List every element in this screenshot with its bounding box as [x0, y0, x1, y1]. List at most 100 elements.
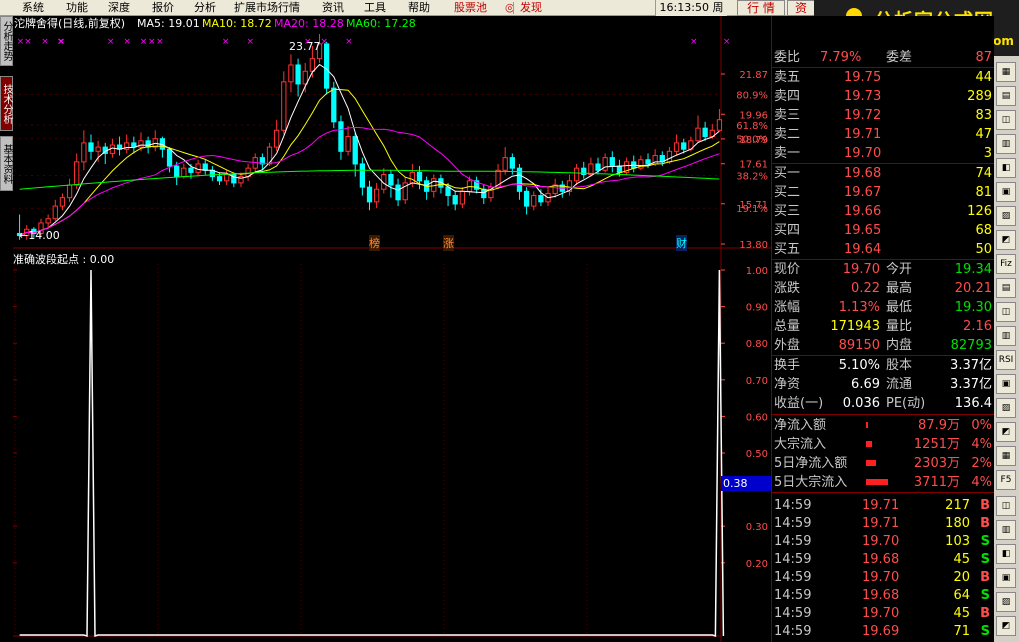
tab-technical-analysis[interactable]: 技术分析 — [0, 76, 13, 131]
kline-chart[interactable]: 21.8719.9618.7917.6115.7113.8080.9%61.8%… — [13, 16, 772, 642]
marker-finance[interactable]: 财 — [676, 235, 687, 251]
candle-body[interactable] — [74, 161, 80, 186]
chart-area[interactable]: 21.87 19.96 18.79 17.61 15.71 13.80 80.9% 61.8%… — [13, 16, 772, 642]
toolbar-icon-button[interactable]: ◧ — [996, 158, 1016, 178]
toolbar-icon-button[interactable]: ◩ — [996, 616, 1016, 636]
candle-body[interactable] — [138, 140, 144, 148]
toolbar-icon-button[interactable]: ▤ — [996, 86, 1016, 106]
toolbar-icon-button[interactable]: ▥ — [996, 520, 1016, 540]
candle-body[interactable] — [59, 197, 66, 207]
toolbar-icon-button[interactable]: F5 — [996, 470, 1016, 490]
candle-body[interactable] — [373, 188, 380, 203]
candle-body[interactable] — [595, 163, 601, 171]
candle-body[interactable] — [81, 142, 87, 163]
candle-body[interactable] — [359, 163, 366, 188]
toolbar-icon-button[interactable]: ▥ — [996, 134, 1016, 154]
candle-body[interactable] — [538, 195, 544, 203]
toolbar-icon-button[interactable]: ▨ — [996, 592, 1016, 612]
tab-trend-analysis[interactable]: 分析走势 — [0, 16, 13, 66]
candle-body[interactable] — [609, 157, 615, 167]
toolbar-icon-button[interactable]: ◫ — [996, 110, 1016, 130]
toolbar-icon-button[interactable]: ◩ — [996, 230, 1016, 250]
candle-body[interactable] — [166, 148, 173, 167]
candle-body[interactable] — [523, 190, 530, 207]
toolbar-icon-button[interactable]: ◩ — [996, 422, 1016, 442]
candle-body[interactable] — [352, 136, 358, 165]
toolbar-icon-button[interactable]: ▥ — [996, 326, 1016, 346]
candle-body[interactable] — [224, 173, 230, 182]
candle-body[interactable] — [366, 186, 373, 203]
marker-list[interactable]: 榜 — [369, 235, 380, 251]
candle-body[interactable] — [681, 142, 687, 150]
tab-fundamentals[interactable]: 基本资料 — [0, 136, 13, 191]
candle-body[interactable] — [195, 163, 201, 173]
candle-body[interactable] — [673, 142, 680, 152]
toolbar-icon-button[interactable]: RSI — [996, 350, 1016, 370]
candle-body[interactable] — [324, 43, 330, 89]
nav-quote-button[interactable]: 行 情 — [737, 0, 785, 16]
candle-body[interactable] — [716, 119, 723, 131]
menu-quote[interactable]: 报价 — [152, 0, 174, 15]
menu-system[interactable]: 系统 — [22, 0, 44, 15]
candle-body[interactable] — [52, 205, 58, 220]
menu-stock-pool[interactable]: 股票池 — [454, 0, 487, 15]
candle-body[interactable] — [645, 159, 651, 165]
toolbar-icon-button[interactable]: ▣ — [996, 374, 1016, 394]
candle-body[interactable] — [416, 171, 423, 182]
menu-news[interactable]: 资讯 — [322, 0, 344, 15]
toolbar-icon-button[interactable]: ▦ — [996, 62, 1016, 82]
menu-help[interactable]: 帮助 — [408, 0, 430, 15]
candle-body[interactable] — [216, 176, 223, 182]
candle-body[interactable] — [309, 58, 316, 72]
marker-limit-up[interactable]: 涨 — [443, 235, 454, 251]
nav-info-button[interactable]: 资 — [787, 0, 815, 16]
candle-body[interactable] — [459, 190, 465, 205]
candle-body[interactable] — [174, 165, 180, 178]
toolbar-icon-button[interactable]: ◫ — [996, 302, 1016, 322]
candle-body[interactable] — [452, 195, 458, 205]
candle-body[interactable] — [202, 163, 208, 171]
candle-body[interactable] — [288, 64, 294, 83]
menu-function[interactable]: 功能 — [66, 0, 88, 15]
candle-body[interactable] — [181, 167, 187, 178]
candle-body[interactable] — [502, 157, 508, 171]
candle-body[interactable] — [616, 165, 623, 173]
candle-body[interactable] — [345, 136, 351, 152]
candle-body[interactable] — [666, 150, 673, 163]
candle-body[interactable] — [695, 127, 701, 142]
toolbar-icon-button[interactable]: ◫ — [996, 496, 1016, 516]
candle-body[interactable] — [702, 127, 708, 138]
candle-body[interactable] — [445, 186, 451, 197]
toolbar-icon-button[interactable]: Fiz — [996, 254, 1016, 274]
menu-extended-market[interactable]: 扩展市场行情 — [234, 0, 300, 15]
candle-body[interactable] — [302, 70, 308, 85]
toolbar-icon-button[interactable]: ▣ — [996, 568, 1016, 588]
toolbar-icon-button[interactable]: ▦ — [996, 446, 1016, 466]
candle-body[interactable] — [509, 157, 515, 169]
candle-body[interactable] — [45, 218, 51, 224]
candle-body[interactable] — [88, 142, 94, 152]
candle-body[interactable] — [95, 146, 101, 152]
candle-body[interactable] — [274, 129, 280, 148]
candle-body[interactable] — [409, 171, 415, 184]
menu-depth[interactable]: 深度 — [108, 0, 130, 15]
candle-body[interactable] — [331, 87, 337, 123]
candle-body[interactable] — [188, 167, 194, 173]
candle-body[interactable] — [395, 184, 401, 201]
menu-tools[interactable]: 工具 — [364, 0, 386, 15]
candle-body[interactable] — [281, 81, 287, 131]
menu-discover[interactable]: 发现 — [520, 0, 542, 15]
toolbar-icon-button[interactable]: ▨ — [996, 398, 1016, 418]
candle-body[interactable] — [295, 64, 301, 85]
menu-analysis[interactable]: 分析 — [194, 0, 216, 15]
toolbar-icon-button[interactable]: ▨ — [996, 206, 1016, 226]
candle-body[interactable] — [388, 173, 394, 186]
candle-body[interactable] — [531, 195, 537, 207]
toolbar-icon-button[interactable]: ▤ — [996, 278, 1016, 298]
toolbar-icon-button[interactable]: ▣ — [996, 182, 1016, 202]
candle-body[interactable] — [66, 184, 73, 199]
candle-body[interactable] — [338, 121, 344, 152]
toolbar-icon-button[interactable]: ◧ — [996, 544, 1016, 564]
candle-body[interactable] — [573, 167, 580, 182]
candle-body[interactable] — [481, 188, 487, 199]
